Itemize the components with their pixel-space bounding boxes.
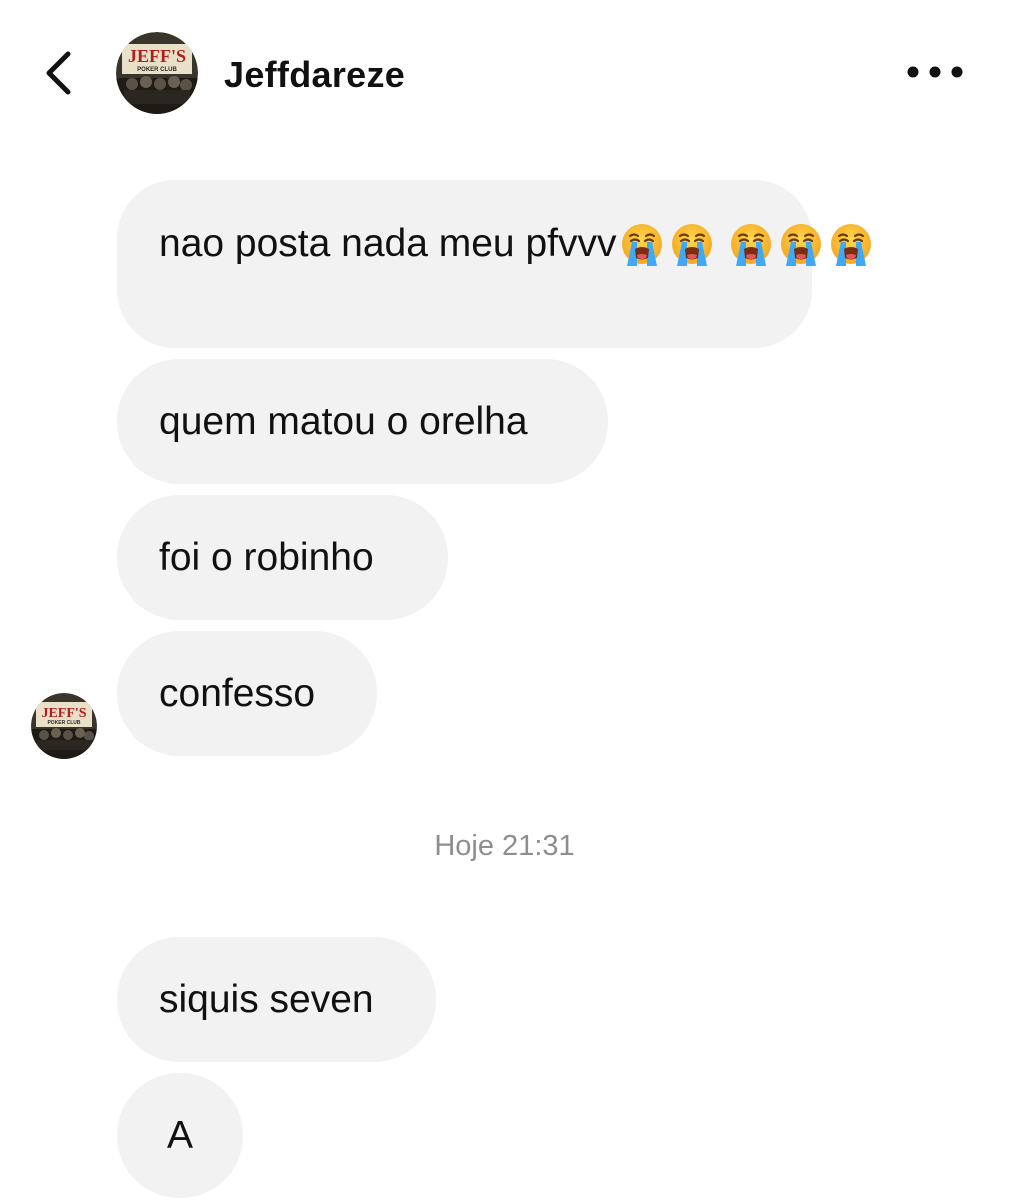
- message-text: A: [166, 1114, 193, 1157]
- message-text: siquis seven: [159, 978, 374, 1021]
- loudly-crying-face-icon: [777, 220, 825, 268]
- loudly-crying-face-icon: [668, 220, 716, 268]
- message-bubble[interactable]: confesso: [117, 631, 377, 756]
- sender-avatar[interactable]: JEFF'S POKER CLUB: [31, 693, 97, 759]
- more-options-button[interactable]: [900, 52, 970, 92]
- message-text: foi o robinho: [159, 536, 374, 579]
- chat-screen: JEFF'S POKER CLUB Jeffdareze nao posta n…: [0, 0, 1009, 1200]
- avatar-logo-subtext: POKER CLUB: [47, 720, 80, 726]
- chat-username[interactable]: Jeffdareze: [224, 52, 405, 98]
- message-text: confesso: [159, 672, 316, 715]
- avatar-logo-text: JEFF'S: [128, 46, 186, 66]
- message-text: quem matou o orelha: [159, 400, 528, 443]
- avatar-logo-text: JEFF'S: [41, 706, 86, 721]
- loudly-crying-face-icon: [618, 220, 666, 268]
- profile-avatar[interactable]: JEFF'S POKER CLUB: [116, 32, 198, 114]
- chevron-left-icon: [46, 51, 71, 95]
- message-bubble[interactable]: A: [117, 1073, 243, 1198]
- back-button[interactable]: [38, 48, 78, 98]
- message-bubble[interactable]: nao posta nada meu pfvvv: [117, 180, 812, 348]
- loudly-crying-face-icon: [727, 220, 775, 268]
- loudly-crying-face-icon: [827, 220, 875, 268]
- avatar-logo-subtext: POKER CLUB: [137, 67, 177, 73]
- message-timestamp: Hoje 21:31: [434, 830, 575, 862]
- poker-club-logo: JEFF'S POKER CLUB: [116, 32, 198, 114]
- message-bubble[interactable]: quem matou o orelha: [117, 359, 608, 484]
- message-bubble[interactable]: siquis seven: [117, 937, 436, 1062]
- poker-club-logo: JEFF'S POKER CLUB: [31, 693, 97, 759]
- message-text: nao posta nada meu pfvvv: [159, 221, 617, 265]
- more-horizontal-icon: [907, 66, 963, 78]
- message-bubble[interactable]: foi o robinho: [117, 495, 448, 620]
